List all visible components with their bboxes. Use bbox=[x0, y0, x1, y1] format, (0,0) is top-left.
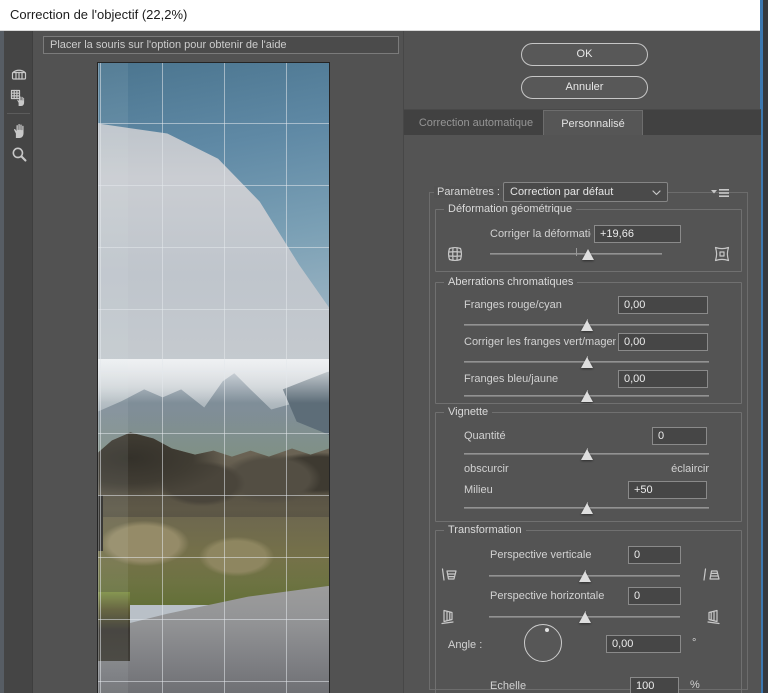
ok-button-label: OK bbox=[576, 48, 593, 60]
section-transform-title: Transformation bbox=[444, 524, 526, 536]
panel-menu-icon[interactable] bbox=[710, 186, 730, 198]
ok-button[interactable]: OK bbox=[521, 43, 648, 66]
dialog-title: Correction de l'objectif (22,2%) bbox=[10, 7, 188, 22]
section-chromatic-title: Aberrations chromatiques bbox=[444, 276, 578, 288]
cancel-button[interactable]: Annuler bbox=[521, 76, 648, 99]
hand-tool[interactable] bbox=[9, 120, 29, 140]
angle-value-input[interactable] bbox=[606, 635, 681, 653]
green-magenta-slider-thumb[interactable] bbox=[580, 357, 593, 368]
red-cyan-slider[interactable] bbox=[464, 318, 709, 332]
angle-label: Angle : bbox=[448, 639, 483, 651]
remove-distortion-tool[interactable] bbox=[9, 64, 29, 84]
angle-dial[interactable] bbox=[524, 624, 562, 662]
help-hint-text: Placer la souris sur l'option pour obten… bbox=[50, 39, 287, 51]
vertical-perspective-right-icon bbox=[702, 567, 722, 585]
tab-auto-correction[interactable]: Correction automatique bbox=[411, 110, 541, 136]
cancel-button-label: Annuler bbox=[565, 81, 604, 93]
distortion-label: Corriger la déformatic bbox=[490, 228, 591, 240]
zoom-tool[interactable] bbox=[9, 144, 29, 164]
red-cyan-label: Franges rouge/cyan bbox=[464, 299, 562, 311]
section-vignette-title: Vignette bbox=[444, 406, 493, 418]
move-grid-tool[interactable] bbox=[9, 88, 29, 108]
scale-value-input[interactable] bbox=[630, 677, 679, 693]
vignette-lighten-label: éclaircir bbox=[671, 463, 709, 475]
presets-label: Paramètres : bbox=[434, 186, 503, 198]
horizontal-perspective-slider[interactable] bbox=[489, 610, 680, 624]
preset-dropdown[interactable]: Correction par défaut bbox=[503, 182, 668, 202]
tab-bar: Correction automatique Personnalisé bbox=[404, 109, 761, 136]
distortion-slider[interactable] bbox=[490, 247, 662, 261]
vertical-perspective-left-icon bbox=[439, 567, 459, 585]
horizontal-perspective-slider-thumb[interactable] bbox=[578, 612, 591, 623]
vertical-perspective-slider[interactable] bbox=[489, 569, 680, 583]
section-vignette: Vignette Quantité obscurcir éclaircir Mi… bbox=[435, 406, 742, 522]
distortion-value-input[interactable] bbox=[594, 225, 681, 243]
red-cyan-value-input[interactable] bbox=[618, 296, 708, 314]
section-geometric-distortion: Déformation géométrique Corriger la défo… bbox=[435, 203, 742, 272]
blue-yellow-value-input[interactable] bbox=[618, 370, 708, 388]
lens-correction-dialog: Correction de l'objectif (22,2%) Placer … bbox=[0, 0, 768, 693]
green-magenta-value-input[interactable] bbox=[618, 333, 708, 351]
vignette-amount-slider-thumb[interactable] bbox=[580, 449, 593, 460]
vertical-perspective-slider-thumb[interactable] bbox=[578, 571, 591, 582]
vignette-darken-label: obscurcir bbox=[464, 463, 509, 475]
vertical-perspective-label: Perspective verticale bbox=[490, 549, 592, 561]
red-cyan-slider-thumb[interactable] bbox=[580, 320, 593, 331]
tab-custom[interactable]: Personnalisé bbox=[543, 110, 643, 136]
dialog-titlebar[interactable]: Correction de l'objectif (22,2%) bbox=[0, 0, 760, 31]
distortion-slider-thumb[interactable] bbox=[582, 249, 595, 260]
vignette-amount-value-input[interactable] bbox=[652, 427, 707, 445]
blue-yellow-label: Franges bleu/jaune bbox=[464, 373, 559, 385]
vignette-midpoint-slider-thumb[interactable] bbox=[580, 503, 593, 514]
section-chromatic-aberration: Aberrations chromatiques Franges rouge/c… bbox=[435, 276, 742, 404]
green-magenta-slider[interactable] bbox=[464, 355, 709, 369]
scale-unit: % bbox=[690, 679, 700, 691]
chevron-down-icon bbox=[652, 190, 661, 196]
barrel-distortion-icon bbox=[446, 245, 466, 263]
vignette-midpoint-value-input[interactable] bbox=[628, 481, 707, 499]
tool-column bbox=[4, 31, 33, 693]
green-magenta-label: Corriger les franges vert/magen bbox=[464, 336, 616, 348]
toolbar-separator bbox=[7, 113, 30, 114]
blue-yellow-slider-thumb[interactable] bbox=[580, 391, 593, 402]
settings-panel: OK Annuler Correction automatique Person… bbox=[403, 31, 761, 693]
horizontal-perspective-left-icon bbox=[439, 608, 459, 626]
vertical-perspective-value-input[interactable] bbox=[628, 546, 681, 564]
image-preview[interactable] bbox=[97, 62, 330, 693]
dialog-body: Placer la souris sur l'option pour obten… bbox=[4, 31, 761, 693]
horizontal-perspective-right-icon bbox=[702, 608, 722, 626]
help-hint-bar: Placer la souris sur l'option pour obten… bbox=[43, 36, 399, 54]
horizontal-perspective-label: Perspective horizontale bbox=[490, 590, 605, 602]
slider-center-tick bbox=[576, 248, 577, 256]
section-geometric-title: Déformation géométrique bbox=[444, 203, 577, 215]
preset-dropdown-value: Correction par défaut bbox=[510, 186, 614, 198]
blue-yellow-slider[interactable] bbox=[464, 389, 709, 403]
vignette-amount-slider[interactable] bbox=[464, 447, 709, 461]
angle-dial-marker bbox=[544, 628, 549, 632]
alignment-grid-overlay bbox=[98, 63, 329, 693]
vignette-amount-label: Quantité bbox=[464, 430, 506, 442]
vignette-midpoint-label: Milieu bbox=[464, 484, 493, 496]
section-transform: Transformation Perspective verticale 0 P… bbox=[435, 524, 742, 693]
custom-tab-content: Paramètres : Correction par défaut Défor… bbox=[404, 135, 761, 693]
vignette-midpoint-slider[interactable] bbox=[464, 501, 709, 515]
background-outside-dialog bbox=[763, 0, 768, 693]
horizontal-perspective-value-input[interactable] bbox=[628, 587, 681, 605]
angle-unit: ° bbox=[692, 637, 697, 649]
pincushion-distortion-icon bbox=[713, 245, 733, 263]
scale-label: Echelle bbox=[490, 680, 527, 692]
